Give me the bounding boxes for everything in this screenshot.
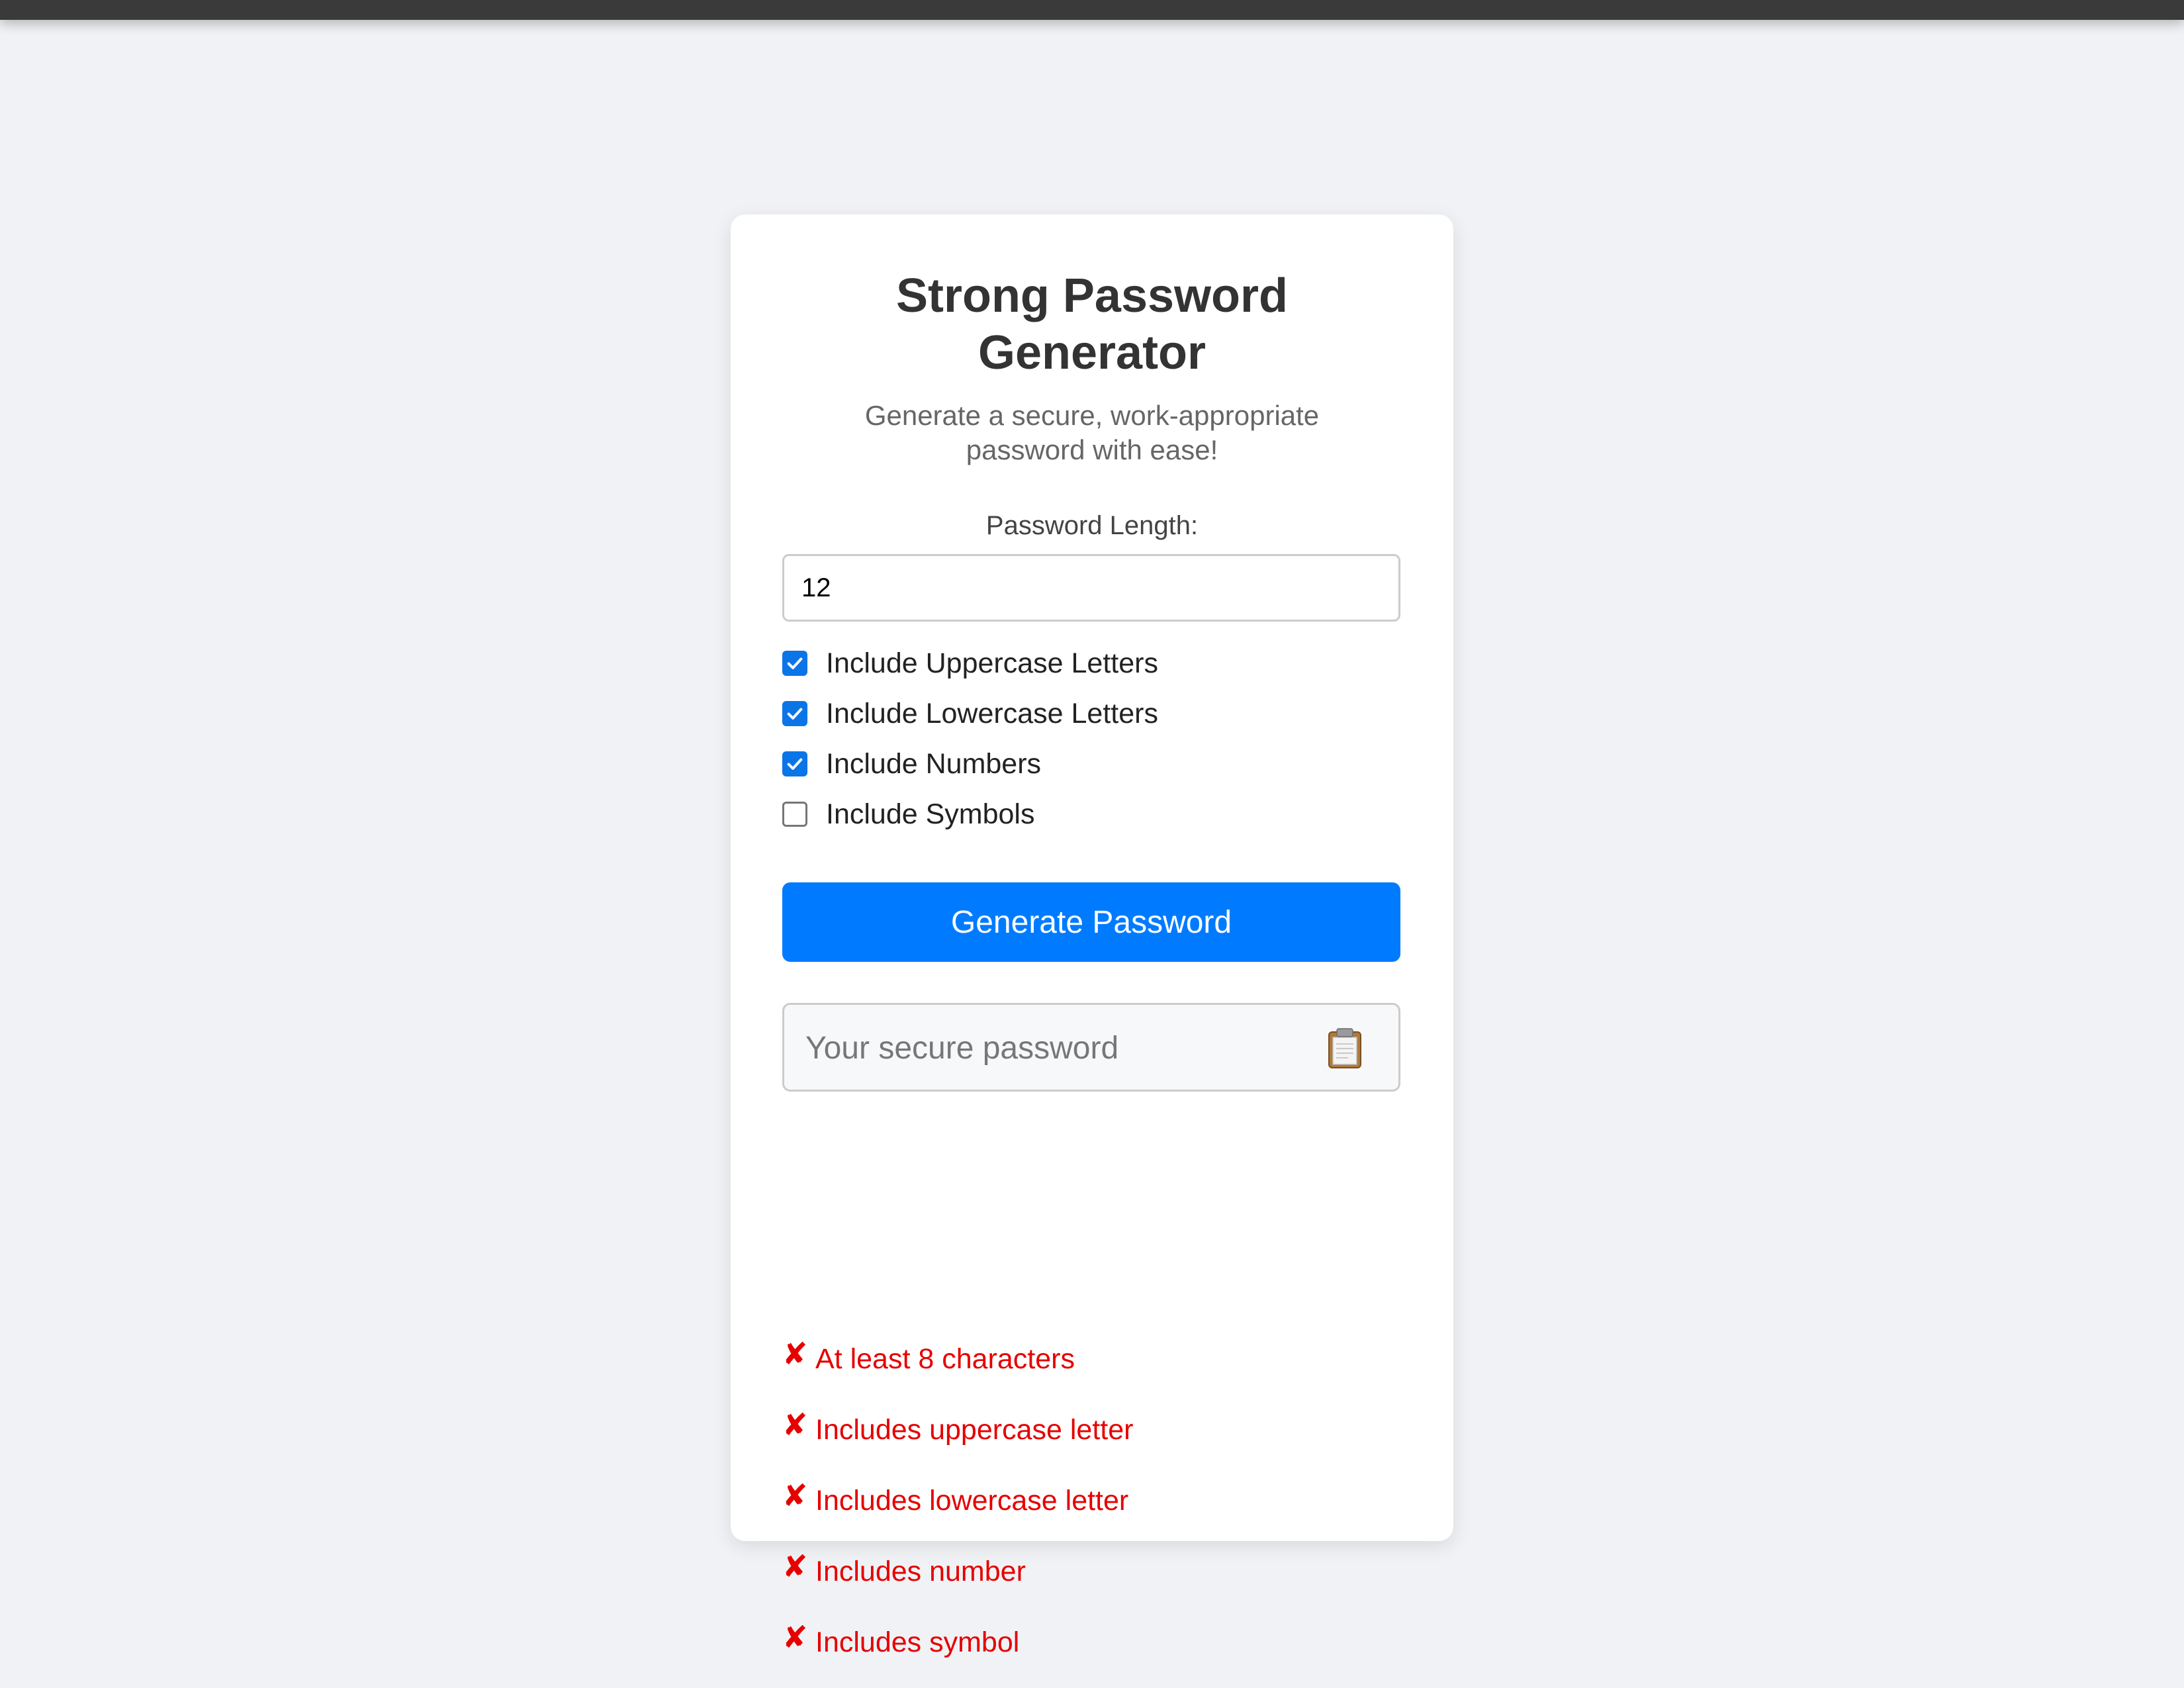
option-label: Include Uppercase Letters bbox=[826, 647, 1158, 679]
criterion-text: Includes uppercase letter bbox=[815, 1414, 1134, 1446]
cross-icon: ✘ bbox=[782, 1620, 808, 1654]
password-length-input[interactable] bbox=[782, 554, 1400, 622]
criterion-text: Includes number bbox=[815, 1556, 1026, 1587]
option-symbols[interactable]: Include Symbols bbox=[782, 789, 1158, 839]
uppercase-checkbox[interactable] bbox=[782, 651, 807, 676]
cross-icon: ✘ bbox=[782, 1407, 808, 1442]
criterion-length: ✘ At least 8 characters bbox=[782, 1338, 1075, 1376]
criterion-symbol: ✘ Includes symbol bbox=[782, 1622, 1020, 1659]
option-label: Include Lowercase Letters bbox=[826, 698, 1158, 729]
numbers-checkbox[interactable] bbox=[782, 751, 807, 776]
cross-icon: ✘ bbox=[782, 1336, 808, 1371]
page-subtitle: Generate a secure, work-appropriate pass… bbox=[864, 400, 1320, 465]
page-title: Strong Password Generator bbox=[895, 269, 1289, 379]
password-output-box bbox=[782, 1003, 1400, 1092]
cross-icon: ✘ bbox=[782, 1549, 808, 1583]
criterion-number: ✘ Includes number bbox=[782, 1551, 1026, 1588]
password-output-field[interactable] bbox=[804, 1005, 1310, 1091]
generate-password-button[interactable]: Generate Password bbox=[782, 882, 1400, 962]
lowercase-checkbox[interactable] bbox=[782, 701, 807, 726]
option-label: Include Symbols bbox=[826, 798, 1035, 830]
criterion-lowercase: ✘ Includes lowercase letter bbox=[782, 1480, 1129, 1517]
password-length-label: Password Length: bbox=[985, 511, 1199, 540]
criterion-text: Includes symbol bbox=[815, 1626, 1020, 1658]
criterion-uppercase: ✘ Includes uppercase letter bbox=[782, 1409, 1134, 1446]
generator-card: Strong Password Generator Generate a sec… bbox=[731, 214, 1453, 1658]
option-uppercase[interactable]: Include Uppercase Letters bbox=[782, 638, 1158, 688]
option-numbers[interactable]: Include Numbers bbox=[782, 739, 1158, 789]
option-label: Include Numbers bbox=[826, 748, 1042, 780]
criterion-text: At least 8 characters bbox=[815, 1343, 1075, 1375]
browser-top-bar bbox=[0, 0, 2184, 20]
criterion-text: Includes lowercase letter bbox=[815, 1485, 1129, 1517]
cross-icon: ✘ bbox=[782, 1478, 808, 1513]
clipboard-icon[interactable] bbox=[1327, 1028, 1363, 1069]
options-list: Include Uppercase Letters Include Lowerc… bbox=[782, 638, 1158, 839]
option-lowercase[interactable]: Include Lowercase Letters bbox=[782, 688, 1158, 739]
symbols-checkbox[interactable] bbox=[782, 802, 807, 827]
